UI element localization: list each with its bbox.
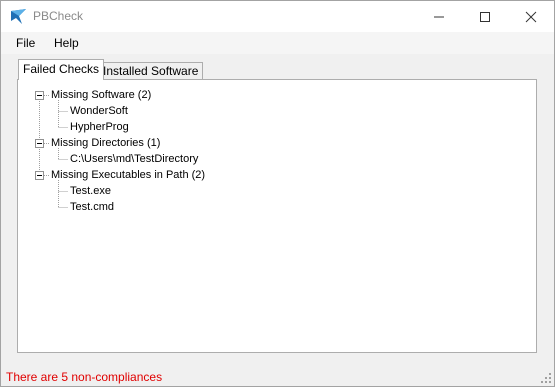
tree-node-missing-software[interactable]: Missing Software (2) (51, 89, 151, 102)
close-button[interactable] (508, 1, 554, 32)
app-window: PBCheck File Help Failed Checks Installe… (0, 0, 555, 387)
tree-leaf-hypherprog[interactable]: HypherProg (70, 121, 129, 134)
tree-leaf-wondersoft[interactable]: WonderSoft (70, 105, 128, 118)
status-bar: There are 5 non-compliances (1, 367, 554, 386)
tab-failed-checks[interactable]: Failed Checks (18, 59, 105, 80)
tree-node-missing-executables[interactable]: Missing Executables in Path (2) (51, 169, 205, 182)
tree-leaf-test-directory[interactable]: C:\Users\md\TestDirectory (70, 153, 198, 166)
collapse-toggle-missing-software[interactable] (35, 91, 44, 100)
failed-checks-tree[interactable]: Missing Software (2) WonderSoft HypherPr… (18, 80, 536, 352)
pbcheck-app-icon (10, 8, 27, 25)
close-icon (525, 11, 537, 23)
resize-grip-icon[interactable] (541, 373, 552, 384)
title-bar[interactable]: PBCheck (1, 1, 554, 32)
maximize-button[interactable] (462, 1, 508, 32)
minimize-button[interactable] (416, 1, 462, 32)
tab-installed-software[interactable]: Installed Software (98, 62, 204, 80)
maximize-icon (480, 12, 490, 22)
tree-leaf-test-cmd[interactable]: Test.cmd (70, 201, 114, 214)
collapse-toggle-missing-executables[interactable] (35, 171, 44, 180)
collapse-toggle-missing-directories[interactable] (35, 139, 44, 148)
status-text: There are 5 non-compliances (6, 370, 163, 384)
tree-leaf-test-exe[interactable]: Test.exe (70, 185, 111, 198)
menu-bar: File Help (1, 32, 554, 54)
minimize-icon (434, 16, 444, 18)
tree-node-missing-directories[interactable]: Missing Directories (1) (51, 137, 160, 150)
menu-help[interactable]: Help (54, 36, 79, 50)
window-title: PBCheck (33, 9, 84, 23)
tab-panel-failed-checks: Missing Software (2) WonderSoft HypherPr… (17, 79, 537, 353)
menu-file[interactable]: File (16, 36, 35, 50)
